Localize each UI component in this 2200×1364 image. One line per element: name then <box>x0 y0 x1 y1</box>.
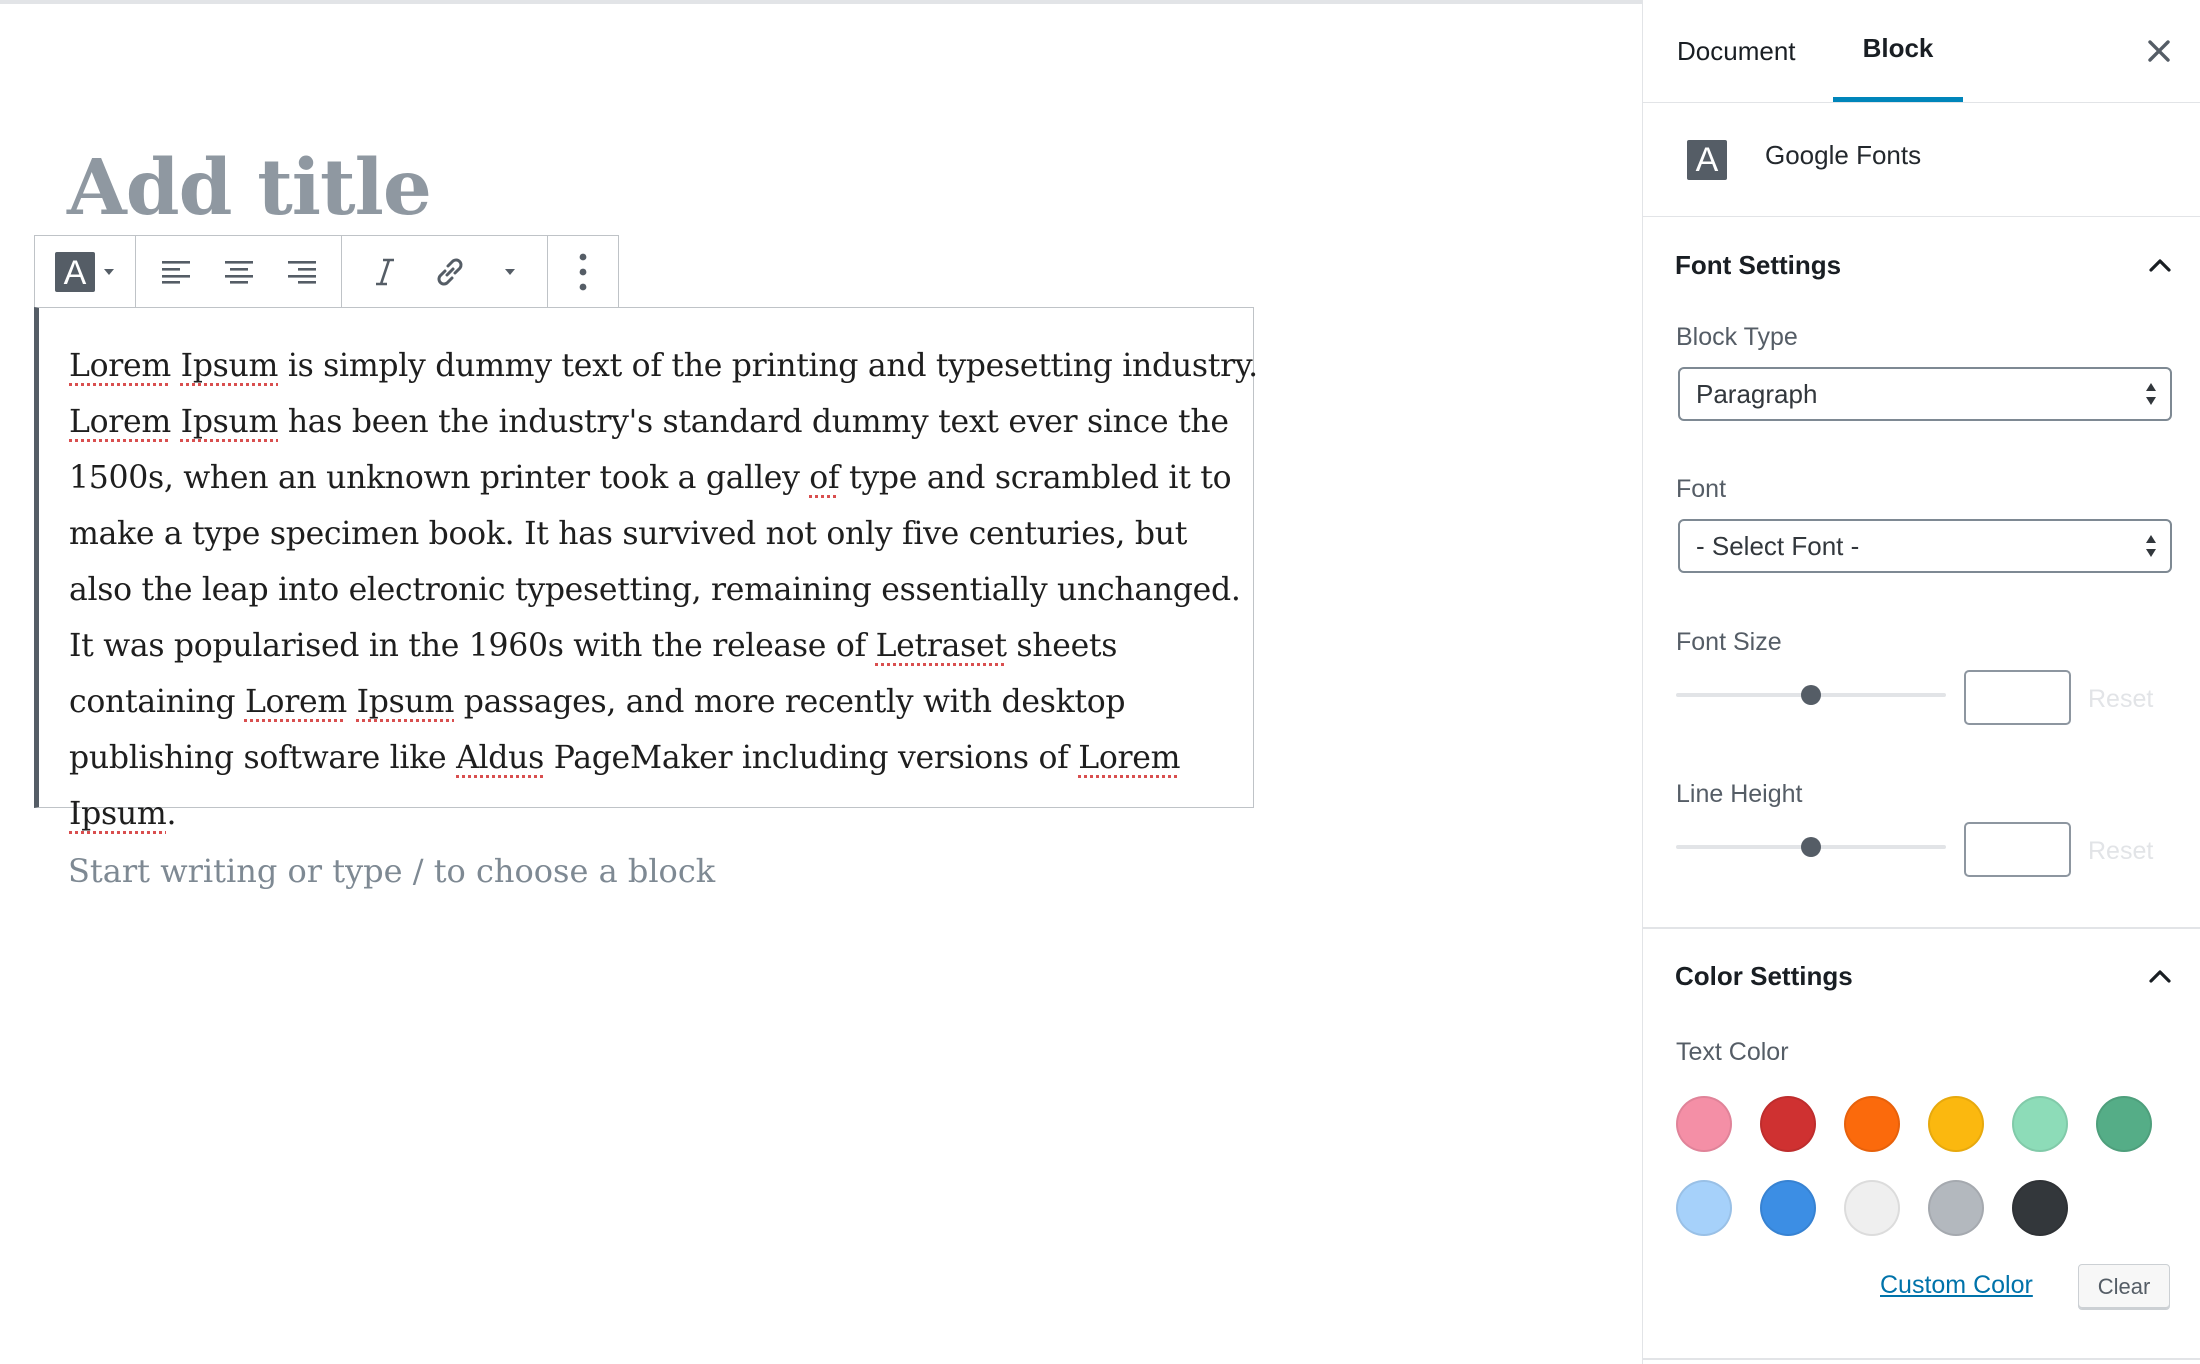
italic-button[interactable] <box>355 236 415 308</box>
google-fonts-icon: A <box>55 252 95 292</box>
font-settings-title: Font Settings <box>1675 249 1842 280</box>
block-name: Google Fonts <box>1765 140 1922 170</box>
options-group <box>548 236 618 308</box>
color-swatch[interactable] <box>1760 1180 1816 1236</box>
more-options-icon <box>578 252 588 292</box>
color-swatch[interactable] <box>1928 1180 1984 1236</box>
font-size-reset-button[interactable]: Reset <box>2088 685 2153 714</box>
font-size-label: Font Size <box>1676 628 1782 656</box>
custom-color-link[interactable]: Custom Color <box>1880 1271 2033 1300</box>
align-center-button[interactable] <box>209 236 269 308</box>
misspelled-word: Aldus <box>456 740 545 776</box>
misspelled-word: Lorem <box>69 404 171 440</box>
select-arrows-icon <box>2144 379 2158 416</box>
misspelled-word: of <box>809 460 840 496</box>
block-type-value: Paragraph <box>1696 378 1818 409</box>
link-button[interactable] <box>420 236 480 308</box>
tab-block[interactable]: Block <box>1833 0 1963 102</box>
align-right-icon <box>286 259 318 285</box>
panel-divider <box>1643 927 2200 929</box>
font-select[interactable]: - Select Font - <box>1678 519 2172 573</box>
alignment-group <box>136 236 342 308</box>
block-switcher-group: A <box>35 236 136 308</box>
settings-sidebar: Document Block A Google Fonts <box>1642 0 2200 1364</box>
paragraph-text[interactable]: Lorem Ipsum is simply dummy text of the … <box>69 338 1259 842</box>
font-value: - Select Font - <box>1696 530 1860 561</box>
more-rich-text-dropdown-icon <box>504 268 516 276</box>
color-swatch[interactable] <box>1844 1096 1900 1152</box>
color-settings-panel-toggle[interactable]: Color Settings <box>1643 941 2200 1011</box>
line-height-slider[interactable] <box>1676 837 1946 857</box>
chevron-down-icon <box>103 268 115 276</box>
font-size-slider-thumb[interactable] <box>1801 685 1821 705</box>
color-swatch[interactable] <box>1844 1180 1900 1236</box>
color-swatch[interactable] <box>1760 1096 1816 1152</box>
close-sidebar-button[interactable] <box>2144 36 2174 66</box>
clear-color-button[interactable]: Clear <box>2078 1264 2170 1310</box>
formatting-group <box>342 236 548 308</box>
color-swatch[interactable] <box>2012 1096 2068 1152</box>
chevron-up-icon <box>2146 252 2174 280</box>
line-height-reset-button[interactable]: Reset <box>2088 837 2153 866</box>
link-icon <box>432 254 468 290</box>
block-type-select[interactable]: Paragraph <box>1678 367 2172 421</box>
close-icon <box>2144 40 2174 70</box>
align-right-button[interactable] <box>272 236 332 308</box>
editor-canvas: Add title A Lorem Ipsum is simply dummy … <box>0 0 1642 1364</box>
misspelled-word: Ipsum <box>356 684 455 720</box>
misspelled-word: Ipsum <box>69 796 167 832</box>
misspelled-word: Lorem <box>244 684 347 720</box>
color-swatch[interactable] <box>1928 1096 1984 1152</box>
panel-divider <box>1643 1358 2200 1360</box>
font-size-slider[interactable] <box>1676 685 1946 705</box>
font-label: Font <box>1676 475 1727 503</box>
line-height-label: Line Height <box>1676 780 1803 808</box>
paragraph-block[interactable]: Lorem Ipsum is simply dummy text of the … <box>34 307 1258 832</box>
svg-text:A: A <box>64 254 87 292</box>
block-type-label: Block Type <box>1676 323 1798 351</box>
post-title-placeholder[interactable]: Add title <box>67 150 432 227</box>
block-toolbar: A <box>34 235 619 308</box>
font-settings-panel-toggle[interactable]: Font Settings <box>1643 230 2200 300</box>
misspelled-word: Lorem <box>69 348 171 384</box>
misspelled-word: Ipsum <box>180 404 279 440</box>
new-block-placeholder[interactable]: Start writing or type / to choose a bloc… <box>68 852 715 890</box>
google-fonts-block-button[interactable]: A <box>35 236 135 308</box>
tab-document[interactable]: Document <box>1677 0 1796 102</box>
color-settings-title: Color Settings <box>1675 960 1853 991</box>
color-swatch[interactable] <box>2096 1096 2152 1152</box>
select-arrows-icon <box>2144 531 2158 568</box>
font-size-input[interactable] <box>1964 670 2071 725</box>
misspelled-word: Lorem <box>1078 740 1181 776</box>
align-center-icon <box>223 259 255 285</box>
align-left-button[interactable] <box>146 236 206 308</box>
color-swatch[interactable] <box>1676 1096 1732 1152</box>
misspelled-word: Ipsum <box>180 348 279 384</box>
color-swatch[interactable] <box>2012 1180 2068 1236</box>
text-color-label: Text Color <box>1676 1038 1789 1066</box>
misspelled-word: Letraset <box>875 628 1007 664</box>
more-rich-text-dropdown[interactable] <box>485 236 535 308</box>
align-left-icon <box>160 259 192 285</box>
block-card: A Google Fonts <box>1643 102 2200 217</box>
chevron-up-icon <box>2146 963 2174 991</box>
italic-icon <box>372 257 398 287</box>
more-options-button[interactable] <box>548 236 618 308</box>
line-height-slider-thumb[interactable] <box>1801 837 1821 857</box>
color-swatch[interactable] <box>1676 1180 1732 1236</box>
google-fonts-icon: A <box>1687 140 1727 180</box>
line-height-input[interactable] <box>1964 822 2071 877</box>
sidebar-tabs: Document Block <box>1643 0 2200 103</box>
